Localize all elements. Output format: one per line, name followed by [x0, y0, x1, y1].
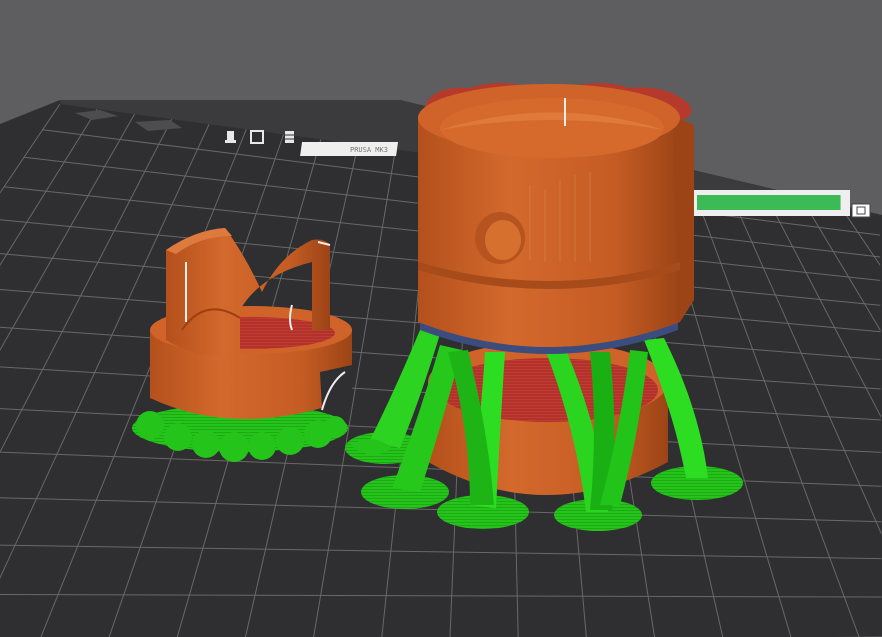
print-progress-fill: [697, 195, 841, 210]
print-progress-bar: [692, 190, 871, 218]
filament-spool-icon[interactable]: [285, 131, 294, 143]
bed-label: PRUSA MK3: [350, 146, 388, 154]
progress-end-icon[interactable]: [851, 203, 871, 218]
3d-viewport[interactable]: PRUSA MK3: [0, 0, 882, 637]
